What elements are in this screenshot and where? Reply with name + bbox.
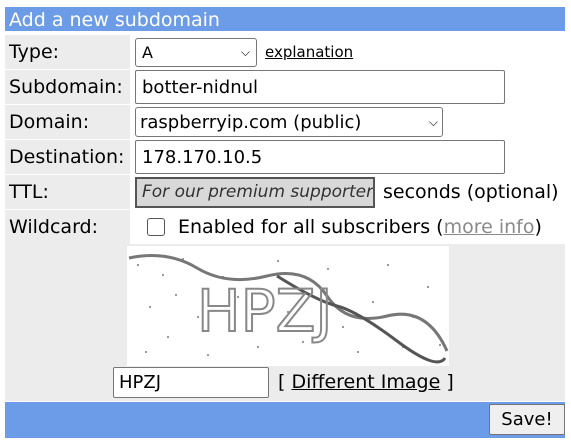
ttl-row: TTL: For our premium supporters seconds … <box>5 175 565 209</box>
different-open: [ <box>278 371 286 393</box>
subdomain-row: Subdomain: botter-nidnul <box>5 70 565 104</box>
type-select[interactable]: A ⌵ <box>135 37 257 67</box>
type-select-value: A <box>142 42 153 62</box>
different-image-link[interactable]: Different Image <box>291 371 440 393</box>
explanation-link[interactable]: explanation <box>265 43 353 61</box>
subdomain-input[interactable]: botter-nidnul <box>135 70 505 104</box>
captcha-text: HPZJ <box>197 277 332 345</box>
wildcard-close: ) <box>534 216 542 238</box>
domain-row: Domain: raspberryip.com (public) ⌵ <box>5 105 565 139</box>
destination-input[interactable]: 178.170.10.5 <box>135 140 505 174</box>
domain-label: Domain: <box>5 105 130 139</box>
destination-row: Destination: 178.170.10.5 <box>5 140 565 174</box>
wildcard-label: Wildcard: <box>5 210 130 244</box>
captcha-input[interactable]: HPZJ <box>113 367 269 398</box>
type-label: Type: <box>5 35 130 69</box>
destination-input-value: 178.170.10.5 <box>142 146 263 168</box>
wildcard-text: Enabled for all subscribers (more info) <box>178 216 542 238</box>
wildcard-text-label: Enabled for all subscribers ( <box>178 216 444 238</box>
save-button[interactable]: Save! <box>489 404 565 435</box>
captcha-input-value: HPZJ <box>119 372 162 393</box>
subdomain-label: Subdomain: <box>5 70 130 104</box>
chevron-down-icon: ⌵ <box>240 44 250 59</box>
captcha-section: HPZJ HPZJ [ Different Image ] <box>5 244 565 401</box>
captcha-image: HPZJ <box>127 246 449 366</box>
form-footer: Save! <box>5 402 565 438</box>
subdomain-input-value: botter-nidnul <box>142 76 259 98</box>
type-row: Type: A ⌵ explanation <box>5 35 565 69</box>
domain-select-value: raspberryip.com (public) <box>140 111 362 133</box>
domain-select[interactable]: raspberryip.com (public) ⌵ <box>135 107 443 137</box>
wildcard-row: Wildcard: Enabled for all subscribers (m… <box>5 210 565 244</box>
ttl-suffix: seconds (optional) <box>383 181 559 203</box>
ttl-input[interactable]: For our premium supporters <box>135 176 375 208</box>
different-image: [ Different Image ] <box>278 371 454 393</box>
more-info-link[interactable]: more info <box>444 216 535 238</box>
form-title: Add a new subdomain <box>5 7 565 31</box>
different-close: ] <box>446 371 454 393</box>
wildcard-checkbox[interactable] <box>147 218 165 236</box>
ttl-label: TTL: <box>5 175 130 209</box>
chevron-down-icon: ⌵ <box>428 114 438 129</box>
destination-label: Destination: <box>5 140 130 174</box>
